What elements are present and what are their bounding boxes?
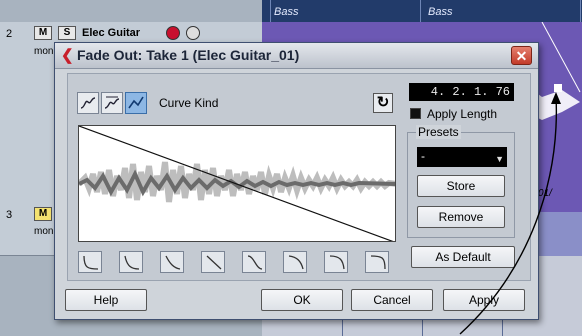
close-button[interactable]: ✕ [511, 46, 532, 65]
ruler-tick [580, 0, 581, 22]
cancel-button[interactable]: Cancel [351, 289, 433, 311]
dialog-title: Fade Out: Take 1 (Elec Guitar_01) [77, 47, 300, 63]
track-name: Elec Guitar [82, 27, 141, 39]
shape-1-icon[interactable] [78, 251, 102, 273]
ruler-label: Bass [428, 6, 453, 18]
track-number: 3 [6, 209, 13, 221]
shape-6-icon[interactable] [283, 251, 307, 273]
ruler-label: Bass [274, 6, 299, 18]
dialog-titlebar[interactable]: ❮ Fade Out: Take 1 (Elec Guitar_01) ✕ [55, 43, 538, 69]
track-mode-label: mon [34, 226, 54, 237]
ruler-tick [420, 0, 421, 22]
arrange-ruler: Bass Bass [262, 0, 582, 22]
callout-arrow [459, 92, 561, 335]
mute-button[interactable]: M [34, 26, 52, 40]
shape-5-icon[interactable] [242, 251, 266, 273]
shape-8-icon[interactable] [365, 251, 389, 273]
help-button[interactable]: Help [65, 289, 147, 311]
waveform-display [79, 126, 395, 241]
spline-curve-icon[interactable] [77, 92, 99, 114]
app-logo-icon: ❮ [61, 47, 74, 64]
reset-curve-button[interactable]: ↻ [373, 93, 393, 113]
shape-2-icon[interactable] [119, 251, 143, 273]
preset-selected-value: - [421, 149, 425, 163]
linear-curve-icon[interactable] [125, 92, 147, 114]
solo-button[interactable]: S [58, 26, 76, 40]
ruler-tick [270, 0, 271, 22]
curve-kind-label: Curve Kind [159, 96, 219, 110]
track-number: 2 [6, 28, 13, 40]
track-mode-label: mon [34, 46, 54, 57]
fade-curve-graph[interactable] [78, 125, 396, 242]
ok-button[interactable]: OK [261, 289, 343, 311]
shape-4-icon[interactable] [201, 251, 225, 273]
shape-7-icon[interactable] [324, 251, 348, 273]
apply-length-checkbox[interactable] [410, 108, 421, 119]
mute-button[interactable]: M [34, 207, 52, 221]
monitor-button[interactable] [186, 26, 200, 40]
shape-3-icon[interactable] [160, 251, 184, 273]
damped-spline-curve-icon[interactable] [101, 92, 123, 114]
record-enable-button[interactable] [166, 26, 180, 40]
